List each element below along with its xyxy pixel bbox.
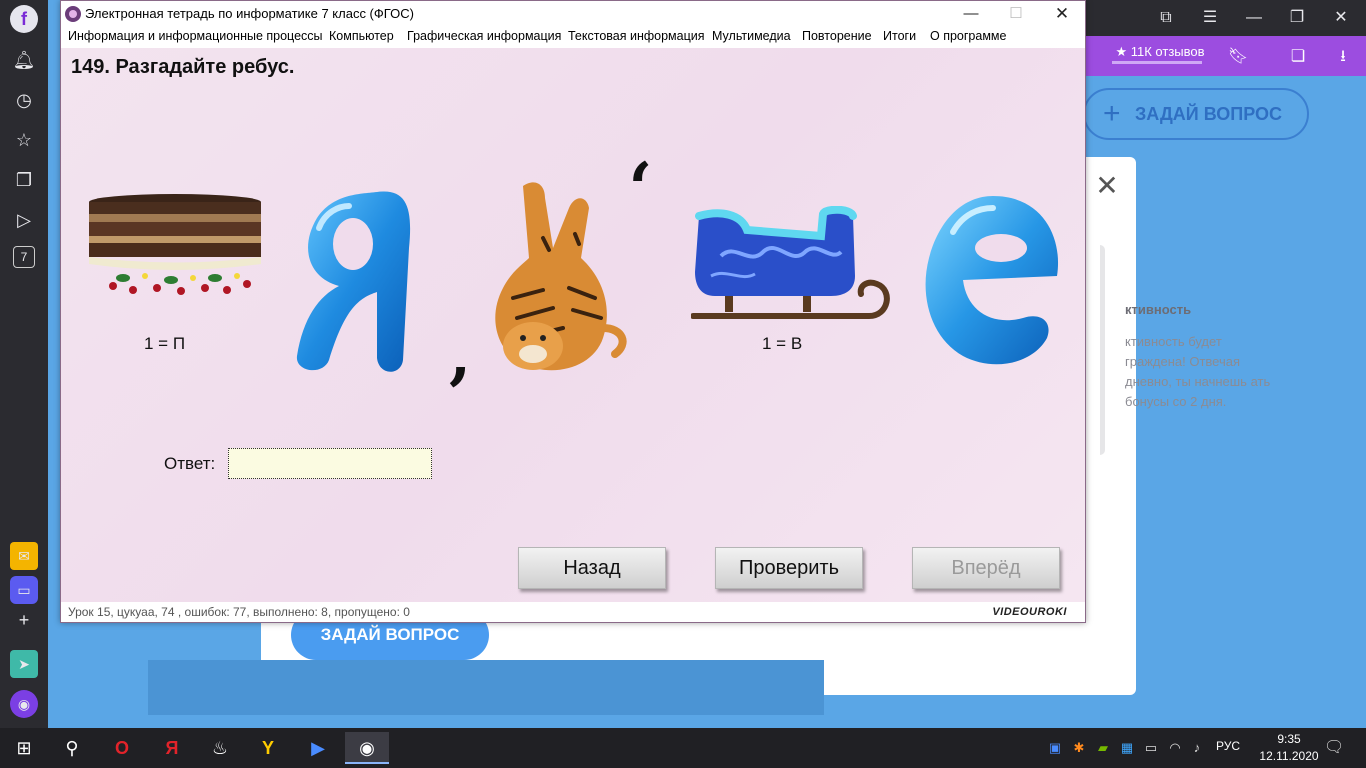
clock-time[interactable]: 9:35 <box>1266 732 1312 746</box>
bookmarks-icon[interactable]: ⧉ <box>1151 6 1181 30</box>
menu-about[interactable]: О программе <box>930 29 1006 43</box>
tiger-upside-down-image <box>495 182 627 371</box>
back-button[interactable]: Назад <box>518 547 666 589</box>
menu-computer[interactable]: Компьютер <box>329 29 394 43</box>
menu-icon[interactable]: ☰ <box>1195 6 1225 30</box>
letter-ye-image <box>925 196 1059 365</box>
menu-review[interactable]: Повторение <box>802 29 872 43</box>
alice-icon[interactable]: ◉ <box>10 690 38 718</box>
bell-icon[interactable]: 🔔︎ <box>10 46 38 74</box>
menu-results[interactable]: Итоги <box>883 29 916 43</box>
forward-button[interactable]: Вперёд <box>912 547 1060 589</box>
browser-logo-icon[interactable]: f <box>10 5 38 33</box>
taskbar: ⊞ ⚲ O Я ♨ Y ▶ ◉ ▣ ✱ ▰ ▦ ▭ ◠ ♪ РУС 9:35 1… <box>0 728 1366 768</box>
comma-left: , <box>449 318 472 393</box>
menu-multimedia[interactable]: Мультимедиа <box>712 29 791 43</box>
close-icon[interactable]: ✕ <box>1326 6 1356 30</box>
window-title: Электронная тетрадь по информатике 7 кла… <box>85 6 414 21</box>
page-block <box>148 660 824 715</box>
history-icon[interactable]: ◷ <box>10 86 38 114</box>
status-text: Урок 15, цукуаа, 74 , ошибок: 77, выполн… <box>68 605 410 619</box>
check-button[interactable]: Проверить <box>715 547 863 589</box>
opera-icon[interactable]: O <box>100 732 144 764</box>
network-app-icon[interactable]: ▦ <box>1118 738 1136 758</box>
reviews-underline <box>1112 61 1202 64</box>
activity-panel <box>1100 245 1105 455</box>
hint-sled: 1 = В <box>762 334 803 353</box>
app-icon <box>65 6 81 22</box>
ask-question-button[interactable]: + ЗАДАЙ ВОПРОС <box>1083 88 1309 140</box>
menu-info[interactable]: Информация и информационные процессы <box>68 29 323 43</box>
menu-graphics[interactable]: Графическая информация <box>407 29 561 43</box>
zoom-icon[interactable]: ▶ <box>296 732 340 764</box>
plus-icon: + <box>1103 97 1121 130</box>
yandex-icon[interactable]: Я <box>150 732 194 764</box>
activity-title: ктивность <box>1125 302 1192 317</box>
download-icon[interactable]: ⭳ <box>1332 46 1354 68</box>
wifi-icon[interactable]: ◠ <box>1166 738 1184 758</box>
modal-close-icon[interactable]: ✕ <box>1094 172 1120 200</box>
send-icon[interactable]: ➤ <box>10 650 38 678</box>
app-window: Электронная тетрадь по информатике 7 кла… <box>60 0 1086 623</box>
mail-icon[interactable]: ✉ <box>10 542 38 570</box>
close-button[interactable]: ✕ <box>1039 1 1085 26</box>
sled-image <box>691 206 890 319</box>
menubar: Информация и информационные процессы Ком… <box>61 26 1085 48</box>
browser-topbar: ⧉ ☰ — ❐ ✕ <box>1085 0 1366 36</box>
star-icon[interactable]: ☆ <box>10 126 38 154</box>
add-icon[interactable]: + <box>10 606 38 634</box>
menu-text[interactable]: Текстовая информация <box>568 29 705 43</box>
yandex-browser-icon[interactable]: Y <box>246 732 290 764</box>
task-content: 149. Разгадайте ребус. 1 = П , , 1 = В О… <box>61 48 1085 602</box>
activity-text: ктивность будет граждена! Отвечая дневно… <box>1125 334 1271 409</box>
notifications-icon[interactable]: 🗨︎ <box>1324 738 1344 758</box>
bookmark-icon[interactable]: 🔖︎ <box>1227 46 1249 68</box>
nvidia-icon[interactable]: ▰ <box>1094 738 1112 758</box>
app-tray-icon[interactable]: ✱ <box>1070 738 1088 758</box>
calendar-icon[interactable]: 7 <box>13 246 35 268</box>
restore-icon[interactable]: ❐ <box>1282 6 1312 30</box>
comma-right: , <box>627 155 650 230</box>
cake-image <box>89 194 261 295</box>
minimize-button[interactable]: — <box>948 1 994 26</box>
titlebar: Электронная тетрадь по информатике 7 кла… <box>61 1 1085 26</box>
answer-label: Ответ: <box>164 454 216 473</box>
clock-date[interactable]: 12.11.2020 <box>1254 749 1324 763</box>
reader-icon[interactable]: ❏ <box>1287 46 1309 68</box>
zoom-tray-icon[interactable]: ▣ <box>1046 738 1064 758</box>
volume-icon[interactable]: ♪ <box>1188 738 1206 758</box>
maximize-button[interactable]: ☐ <box>993 1 1039 26</box>
task-title: 149. Разгадайте ребус. <box>71 56 295 78</box>
steam-icon[interactable]: ♨ <box>198 732 242 764</box>
notebook-app-icon[interactable]: ◉ <box>345 732 389 764</box>
play-icon[interactable]: ▷ <box>10 206 38 234</box>
letter-ya-image <box>296 191 411 372</box>
browser-sidebar: f 🔔︎ ◷ ☆ ❐ ▷ 7 ✉ ▭ + ➤ ◉ <box>0 0 48 728</box>
hint-cake: 1 = П <box>144 334 186 353</box>
videouroki-logo: VIDEOUROKI <box>992 606 1067 618</box>
windows-start-icon[interactable]: ⊞ <box>2 732 46 764</box>
statusbar: Урок 15, цукуаа, 74 , ошибок: 77, выполн… <box>61 602 1085 622</box>
messenger-icon[interactable]: ▭ <box>10 576 38 604</box>
answer-input[interactable] <box>228 448 432 479</box>
collections-icon[interactable]: ❐ <box>10 166 38 194</box>
minimize-icon[interactable]: — <box>1239 6 1269 30</box>
battery-icon[interactable]: ▭ <box>1142 738 1160 758</box>
language-indicator[interactable]: РУС <box>1216 739 1240 753</box>
search-icon[interactable]: ⚲ <box>50 732 94 764</box>
